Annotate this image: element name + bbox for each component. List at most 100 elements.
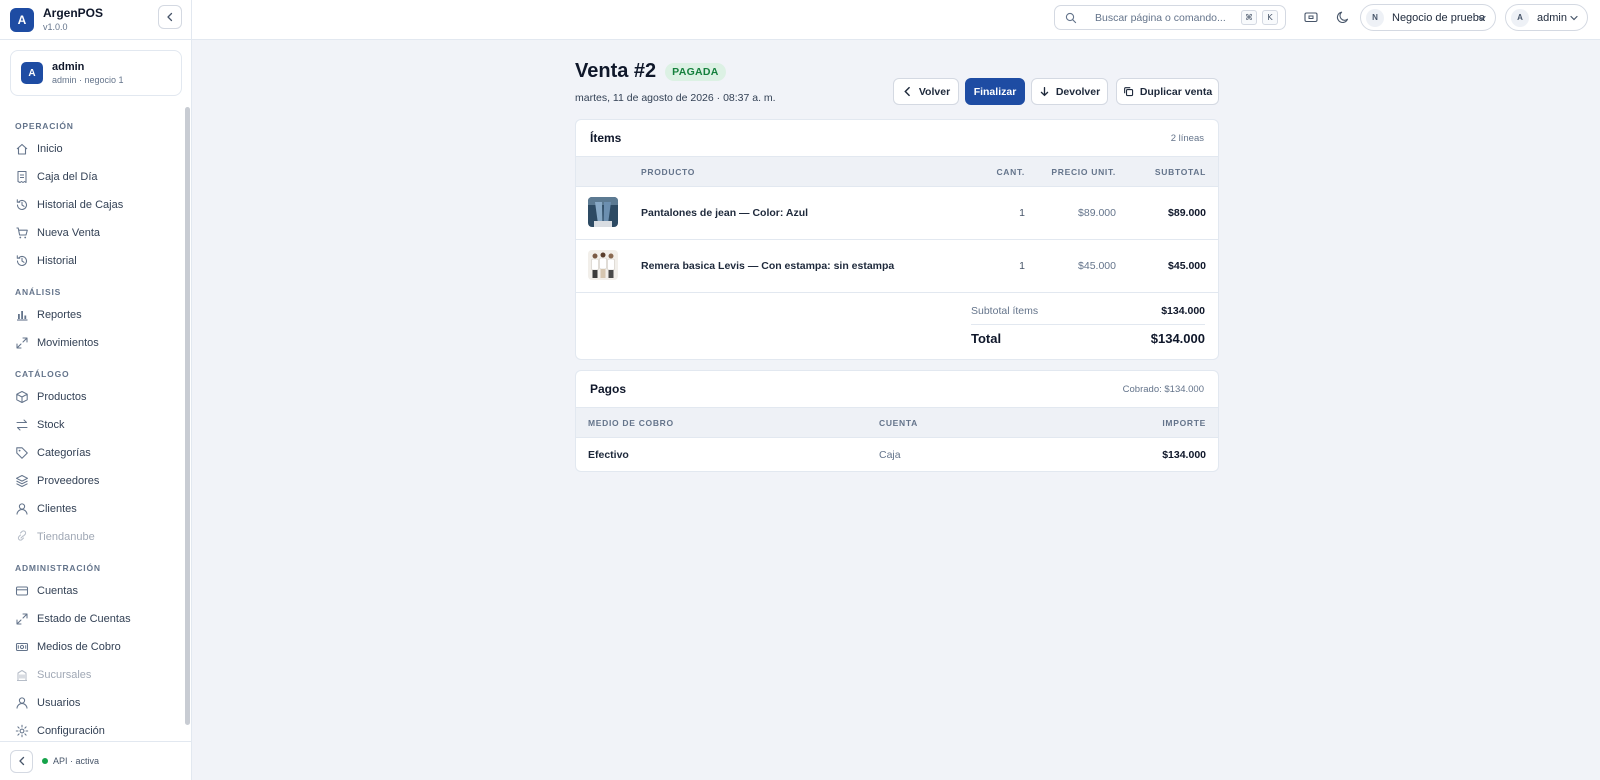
nav-section-heading: CATÁLOGO [15, 369, 70, 379]
chevron-down-icon [1478, 15, 1486, 21]
business-label: Negocio de prueba [1392, 11, 1485, 24]
sidebar-item-estado-de-cuentas[interactable]: Estado de Cuentas [0, 605, 184, 633]
totals: Subtotal ítems $134.000 Total $134.000 [576, 293, 1218, 359]
divider [0, 39, 192, 40]
sidebar-item-label: Cuentas [37, 585, 78, 597]
table-row[interactable]: Remera basica Levis — Con estampa: sin e… [576, 240, 1218, 293]
payments-table-header: MEDIO DE COBRO CUENTA IMPORTE [576, 408, 1218, 438]
app-version: v1.0.0 [43, 21, 68, 32]
kbd-k: K [1262, 10, 1278, 25]
bar-chart-icon [17, 311, 28, 321]
sidebar-item-label: Tiendanube [37, 531, 95, 543]
sidebar-scrollbar[interactable] [185, 107, 190, 725]
sidebar-item-nueva-venta[interactable]: Nueva Venta [0, 219, 184, 247]
app-logo: A [10, 8, 34, 32]
total-value: $134.000 [1150, 331, 1205, 346]
command-search[interactable]: Buscar página o comando... ⌘ K [1054, 5, 1286, 30]
sidebar-item-proveedores[interactable]: Proveedores [0, 467, 184, 495]
user-card[interactable]: A admin admin · negocio 1 [10, 50, 182, 96]
refund-label: Devolver [1055, 85, 1101, 98]
status-badge: PAGADA [665, 62, 726, 81]
sidebar-nav: OPERACIÓN Inicio Caja del Día Historial de … [0, 106, 184, 738]
user-icon [16, 697, 28, 709]
chevron-left-icon [167, 12, 173, 22]
user-name: admin [52, 60, 85, 73]
sidebar-item-caja-del-día[interactable]: Caja del Día [0, 163, 184, 191]
sidebar-item-categorías[interactable]: Categorías [0, 439, 184, 467]
search-input[interactable]: Buscar página o comando... [1095, 12, 1226, 24]
product-name: Remera basica Levis — Con estampa: sin e… [641, 260, 895, 272]
sidebar-item-clientes[interactable]: Clientes [0, 495, 184, 523]
user-menu[interactable]: A admin [1505, 4, 1588, 31]
finish-button[interactable]: Finalizar [965, 78, 1025, 105]
divider [971, 324, 1205, 325]
kbd-cmd: ⌘ [1241, 10, 1257, 25]
sidebar-item-stock[interactable]: Stock [0, 411, 184, 439]
user-icon [16, 503, 28, 515]
product-subtotal: $89.000 [1168, 207, 1206, 219]
table-row[interactable]: Pantalones de jean — Color: Azul 1 $89.0… [576, 187, 1218, 240]
sidebar-item-label: Inicio [37, 143, 63, 155]
avatar: A [21, 62, 43, 84]
chevron-left-icon [904, 86, 910, 97]
chevron-down-icon [1570, 15, 1578, 21]
col-method: MEDIO DE COBRO [588, 418, 674, 428]
collapse-sidebar-button[interactable] [158, 5, 182, 29]
card-icon [15, 586, 29, 596]
collapse-sidebar-bottom-button[interactable] [10, 749, 33, 773]
col-subtotal: SUBTOTAL [1154, 167, 1206, 177]
sidebar: A ArgenPOS v1.0.0 A admin admin · negoci… [0, 0, 192, 780]
cash-icon [15, 642, 29, 652]
chevron-left-icon [18, 756, 24, 766]
app-name: ArgenPOS [43, 6, 104, 21]
subtotal-value: $134.000 [1161, 305, 1205, 317]
sidebar-item-medios-de-cobro[interactable]: Medios de Cobro [0, 633, 184, 661]
sidebar-item-historial[interactable]: Historial [0, 247, 184, 275]
business-selector[interactable]: N Negocio de prueba [1360, 4, 1496, 31]
sidebar-item-historial-de-cajas[interactable]: Historial de Cajas [0, 191, 184, 219]
history-icon [16, 199, 28, 210]
duplicate-sale-button[interactable]: Duplicar venta [1116, 78, 1219, 105]
refund-button[interactable]: Devolver [1031, 78, 1108, 105]
back-button[interactable]: Volver [893, 78, 959, 105]
nav-section-heading: OPERACIÓN [15, 121, 74, 131]
sidebar-item-label: Categorías [37, 447, 91, 459]
history-icon [16, 255, 28, 266]
col-account: CUENTA [879, 418, 918, 428]
swap-icon [16, 419, 28, 431]
sidebar-item-cuentas[interactable]: Cuentas [0, 577, 184, 605]
sidebar-item-usuarios[interactable]: Usuarios [0, 689, 184, 717]
building-icon [17, 669, 27, 682]
api-status: API · activa [53, 756, 100, 766]
sidebar-item-configuración[interactable]: Configuración [0, 717, 184, 738]
sidebar-item-movimientos[interactable]: Movimientos [0, 329, 184, 357]
cart-icon [16, 227, 28, 239]
product-image [588, 197, 618, 227]
page-title: Venta #2 [575, 60, 657, 82]
items-card: Ítems 2 líneas PRODUCTO CANT. PRECIO UNI… [575, 119, 1219, 360]
layers-icon [15, 474, 29, 488]
sidebar-item-label: Clientes [37, 503, 77, 515]
col-unit-price: PRECIO UNIT. [1051, 167, 1116, 177]
subtotal-label: Subtotal ítems [971, 305, 1039, 317]
sidebar-item-label: Reportes [37, 309, 82, 321]
col-amount: IMPORTE [1162, 418, 1206, 428]
product-image [588, 250, 618, 280]
product-unit-price: $45.000 [1078, 260, 1116, 272]
arrows-icon [16, 613, 28, 625]
cash-register-icon[interactable] [1303, 9, 1319, 25]
sidebar-item-productos[interactable]: Productos [0, 383, 184, 411]
brand[interactable]: A ArgenPOS v1.0.0 [10, 4, 103, 36]
moon-icon[interactable] [1335, 9, 1351, 25]
col-product: PRODUCTO [641, 167, 696, 177]
sidebar-item-reportes[interactable]: Reportes [0, 301, 184, 329]
product-qty: 1 [1019, 260, 1025, 272]
sidebar-item-label: Productos [37, 391, 87, 403]
table-row[interactable]: Efectivo Caja $134.000 [576, 438, 1218, 471]
sidebar-item-inicio[interactable]: Inicio [0, 135, 184, 163]
total-label: Total [971, 331, 1002, 346]
sidebar-item-label: Nueva Venta [37, 227, 100, 239]
topbar: Buscar página o comando... ⌘ K N Negocio… [192, 0, 1600, 40]
receipt-icon [17, 170, 27, 184]
product-name: Pantalones de jean — Color: Azul [641, 207, 809, 219]
